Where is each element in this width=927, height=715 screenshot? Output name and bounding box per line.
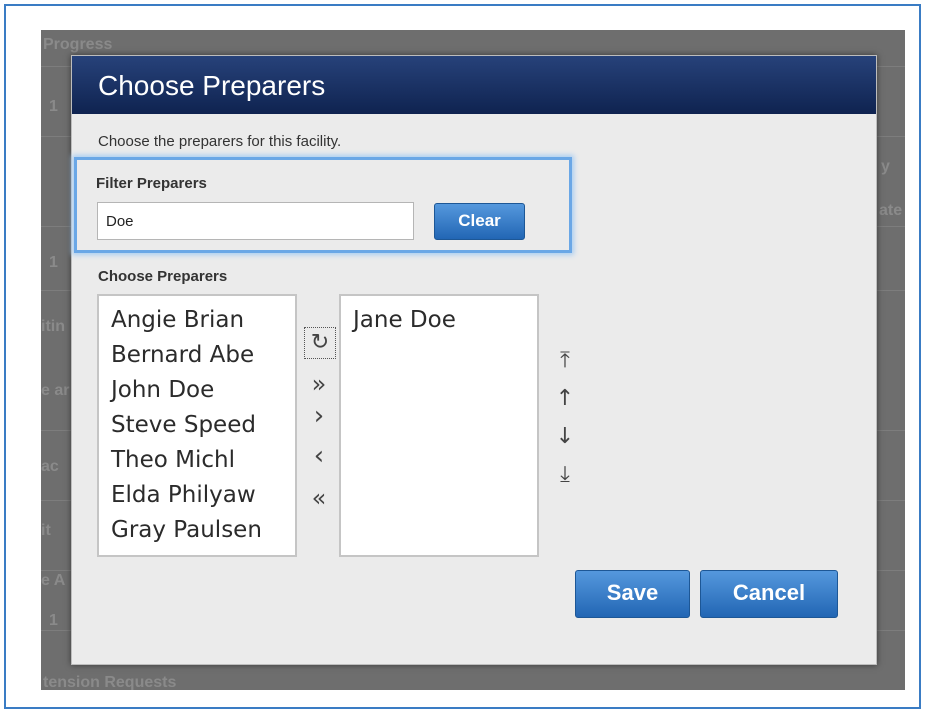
list-item[interactable]: Angie Brian [111,303,295,338]
background-fragment: y [881,158,890,175]
background-fragment: it [41,522,51,539]
save-button[interactable]: Save [575,570,690,618]
move-down-icon[interactable]: ↓ [550,424,580,449]
list-item[interactable]: Theo Michl [111,443,295,478]
move-all-left-icon[interactable]: « [304,484,334,512]
background-section-title: Progress [43,36,113,53]
list-item[interactable]: Elda Philyaw [111,478,295,513]
dialog-title: Choose Preparers [98,70,326,101]
list-item[interactable]: John Doe [111,373,295,408]
move-up-icon[interactable]: ↑ [550,386,580,411]
refresh-icon[interactable]: ↻ [304,327,336,359]
list-item[interactable]: Jane Doe [353,303,537,338]
clear-button[interactable]: Clear [434,203,525,240]
list-item[interactable]: Gray Paulsen [111,513,295,548]
background-fragment: ac [41,458,59,475]
background-fragment: ate [879,202,903,219]
available-preparers-list[interactable]: Angie Brian Bernard Abe John Doe Steve S… [97,294,297,557]
list-item[interactable]: Bernard Abe [111,338,295,373]
list-item[interactable]: Steve Speed [111,408,295,443]
cancel-button[interactable]: Cancel [700,570,838,618]
selected-preparers-list[interactable]: Jane Doe [339,294,539,557]
move-to-top-icon[interactable]: ⤒ [550,348,580,373]
background-fragment: e ar [41,382,70,399]
background-fragment: 1 [49,98,58,115]
background-fragment: e A [41,572,66,589]
background-fragment: 1 [49,612,58,629]
background-fragment: itin [41,318,65,335]
background-fragment: 1 [49,254,58,271]
filter-preparers-input[interactable] [97,202,414,240]
move-all-right-icon[interactable]: » [304,370,334,398]
dialog-intro-text: Choose the preparers for this facility. [98,133,342,150]
dialog-header: Choose Preparers [72,56,876,114]
move-left-icon[interactable]: ‹ [304,441,334,471]
move-to-bottom-icon[interactable]: ⤓ [550,462,580,487]
move-right-icon[interactable]: › [304,401,334,431]
filter-label: Filter Preparers [96,175,207,192]
choose-preparers-dialog: Choose Preparers Choose the preparers fo… [71,55,877,665]
choose-preparers-label: Choose Preparers [98,268,228,285]
background-section-title: tension Requests [43,674,177,690]
